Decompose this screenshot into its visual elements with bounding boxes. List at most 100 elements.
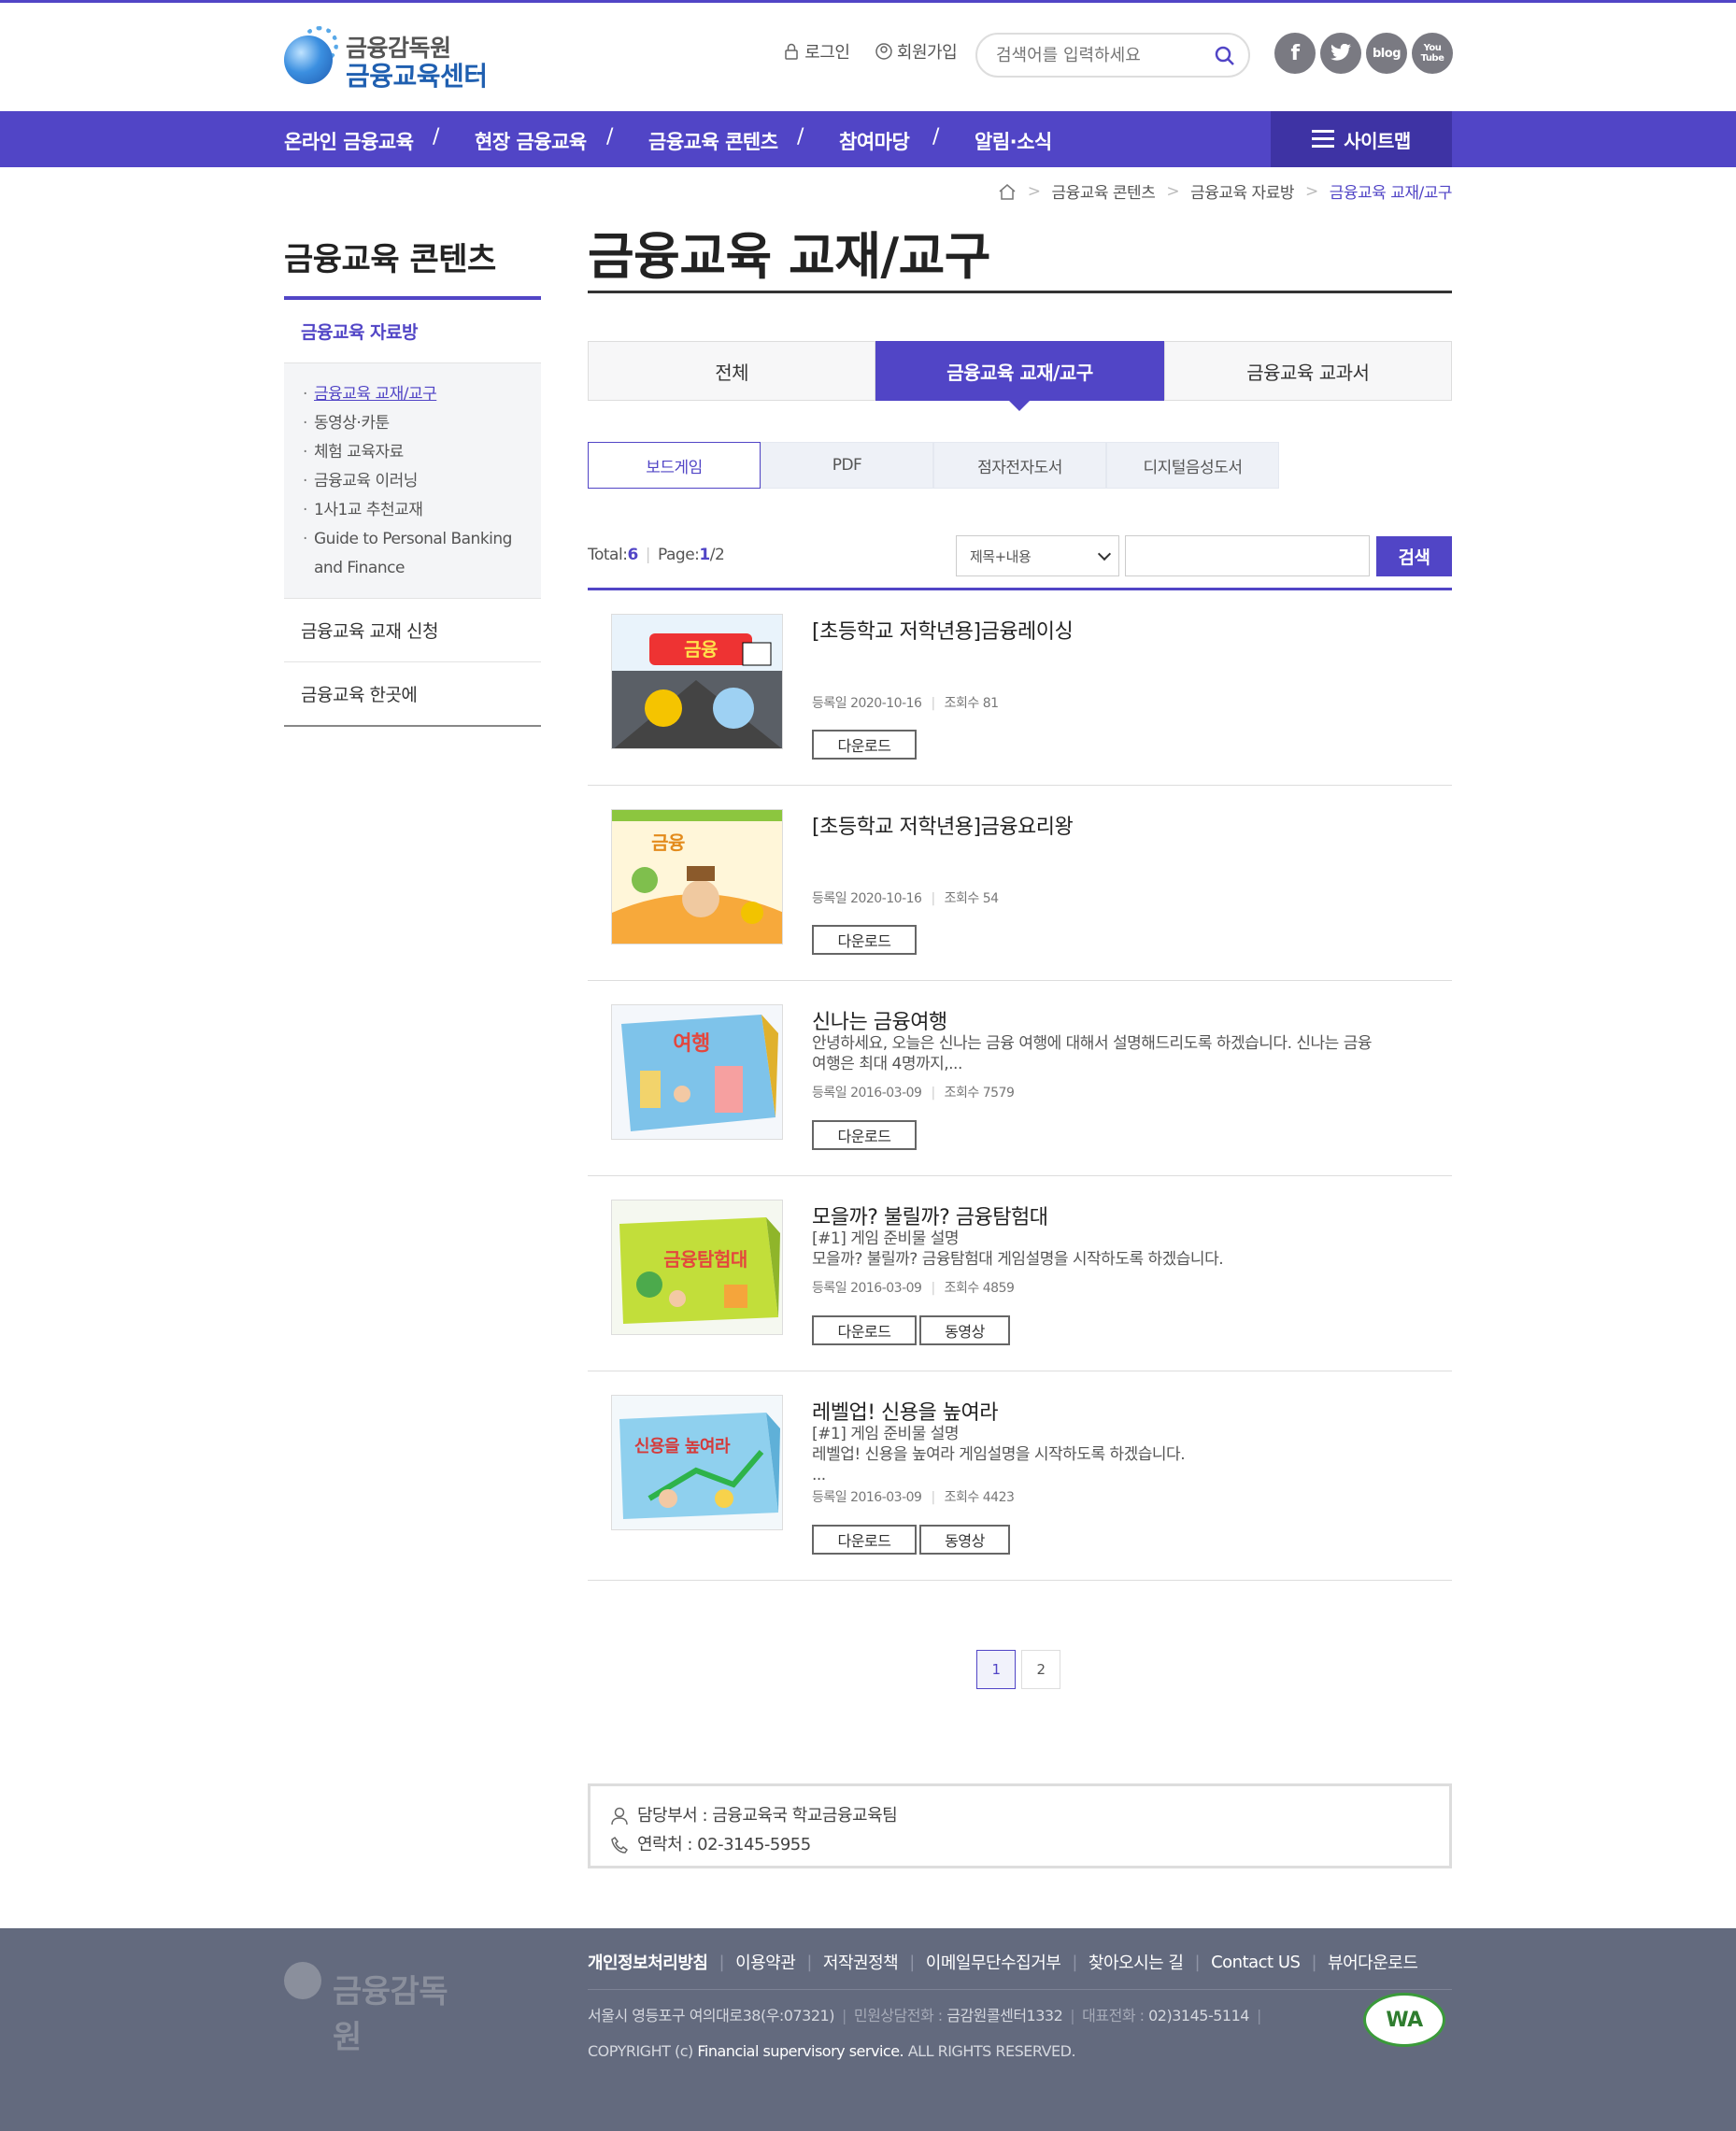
join-label: 회원가입 [896,43,958,63]
search-button[interactable]: 검색 [1376,536,1452,576]
gnb-participation[interactable]: 참여마당 [839,127,910,155]
phone-icon [611,1836,628,1854]
twitter-icon[interactable] [1320,33,1361,74]
svg-text:금융: 금융 [651,831,685,854]
user-icon [875,43,892,60]
header-search [975,33,1250,78]
tab-textbooks[interactable]: 금융교육 교과서 [1163,341,1452,401]
list-item: 금융탐험대 모을까? 불릴까? 금융탐험대 [#1] 게임 준비물 설명 모을까… [588,1176,1452,1371]
download-button[interactable]: 다운로드 [812,1315,917,1345]
lnb-item-all[interactable]: 금융교육 한곳에 [284,662,541,727]
lnb-sub-item[interactable]: 1사1교 추천교재 [303,496,524,525]
chevron-right-icon: > [1166,181,1180,201]
thumbnail-image[interactable]: 금융탐험대 [611,1200,783,1335]
item-title[interactable]: 신나는 금융여행 [812,1005,947,1035]
video-button[interactable]: 동영상 [919,1525,1010,1555]
subtab-pdf[interactable]: PDF [761,442,933,489]
footer-link-viewer[interactable]: 뷰어다운로드 [1328,1950,1418,1974]
svg-text:금융: 금융 [684,638,718,661]
subtab-audio[interactable]: 디지털음성도서 [1106,442,1279,489]
svg-text:신용을 높여라: 신용을 높여라 [634,1437,731,1456]
footer-logo: 금융감독원 [284,1947,471,2056]
join-link[interactable]: 회원가입 [875,39,958,64]
item-description: ... [812,1466,826,1485]
lock-icon [785,43,798,60]
gnb-news[interactable]: 알림·소식 [975,127,1052,155]
list-summary: Total:6 | Page:1/2 [588,546,725,564]
tab-all[interactable]: 전체 [588,341,876,401]
lnb-sub-item[interactable]: 체험 교육자료 [303,438,524,467]
download-button[interactable]: 다운로드 [812,925,917,955]
download-button[interactable]: 다운로드 [812,1120,917,1150]
item-description: 모을까? 불릴까? 금융탐험대 게임설명을 시작하도록 하겠습니다. [812,1250,1224,1269]
site-logo[interactable]: 금융감독원 금융교육센터 [284,26,499,92]
download-button[interactable]: 다운로드 [812,730,917,760]
item-title[interactable]: 레벨업! 신용을 높여라 [812,1396,998,1426]
copyright: COPYRIGHT (c) Financial supervisory serv… [588,2042,1076,2060]
lnb-item-resources[interactable]: 금융교육 자료방 [284,300,541,363]
search-input[interactable] [996,43,1202,67]
chevron-down-icon [1097,547,1112,561]
download-button[interactable]: 다운로드 [812,1525,917,1555]
footer: 금융감독원 개인정보처리방침 | 이용약관 | 저작권정책 | 이메일무단수집거부 | … [0,1928,1736,2131]
footer-link-contact[interactable]: Contact US [1211,1953,1301,1972]
item-title[interactable]: [초등학교 저학년용]금융레이싱 [812,615,1074,645]
web-accessibility-mark: WA [1363,1993,1445,2047]
logo-text-bottom: 금융교육센터 [346,61,488,92]
keyword-input[interactable] [1125,535,1370,576]
contact-box: 담당부서 : 금융교육국 학교금융교육팀 연락처 : 02-3145-5955 [588,1783,1452,1868]
thumbnail-image[interactable]: 여행 [611,1004,783,1140]
item-meta: 등록일 2016-03-09 | 조회수 4859 [812,1281,1015,1296]
subtab-braille[interactable]: 점자전자도서 [933,442,1106,489]
item-description: [#1] 게임 준비물 설명 [812,1425,960,1443]
gnb-field-education[interactable]: 현장 금융교육 [475,127,587,155]
lnb-sub-item[interactable]: 금융교육 교재/교구 [303,380,524,409]
video-button[interactable]: 동영상 [919,1315,1010,1345]
item-description: 레벨업! 신용을 높여라 게임설명을 시작하도록 하겠습니다. [812,1445,1186,1464]
thumbnail-image[interactable]: 신용을 높여라 [611,1395,783,1530]
footer-link-privacy[interactable]: 개인정보처리방침 [588,1950,708,1974]
lnb-item-request[interactable]: 금융교육 교재 신청 [284,599,541,662]
list-item: 여행 신나는 금융여행 안녕하세요, 오늘은 신나는 금융 여행에 대해서 설명… [588,981,1452,1176]
login-label: 로그인 [804,43,850,63]
gnb-education-contents[interactable]: 금융교육 콘텐츠 [648,127,778,155]
facebook-icon[interactable]: f [1274,33,1316,74]
lnb-sub-item[interactable]: Guide to Personal Banking and Finance [303,525,524,583]
youtube-icon[interactable]: You Tube [1412,33,1453,74]
item-title[interactable]: 모을까? 불릴까? 금융탐험대 [812,1200,1048,1230]
blog-icon[interactable]: blog [1366,33,1407,74]
list-item: 금융 [초등학교 저학년용]금융레이싱 등록일 2020-10-16 | 조회수 8… [588,590,1452,786]
chevron-right-icon: > [1304,181,1318,201]
breadcrumb-current: 금융교육 교재/교구 [1329,184,1453,203]
page-title: 금융교육 교재/교구 [588,227,990,286]
search-field-select[interactable]: 제목+내용 [956,535,1119,576]
thumbnail-image[interactable]: 금융 [611,614,783,749]
footer-link-email[interactable]: 이메일무단수집거부 [926,1950,1061,1974]
person-icon [611,1807,628,1825]
thumbnail-image[interactable]: 금융 [611,809,783,945]
footer-links: 개인정보처리방침 | 이용약관 | 저작권정책 | 이메일무단수집거부 | 찾아오시는 … [588,1950,1452,1990]
lnb-sub-item[interactable]: 동영상·카툰 [303,409,524,438]
side-navigation: 금융교육 콘텐츠 금융교육 자료방 금융교육 교재/교구 동영상·카툰 체험 교… [284,234,541,727]
home-icon[interactable] [998,183,1017,200]
footer-link-copyright[interactable]: 저작권정책 [823,1950,899,1974]
page-1[interactable]: 1 [976,1650,1016,1689]
lnb-submenu: 금융교육 교재/교구 동영상·카툰 체험 교육자료 금융교육 이러닝 1사1교 … [284,363,541,599]
tab-materials[interactable]: 금융교육 교재/교구 [875,341,1164,411]
lnb-sub-item[interactable]: 금융교육 이러닝 [303,467,524,496]
subtab-boardgame[interactable]: 보드게임 [588,442,761,489]
breadcrumb-item[interactable]: 금융교육 자료방 [1190,179,1294,203]
item-description: [#1] 게임 준비물 설명 [812,1229,960,1248]
item-title[interactable]: [초등학교 저학년용]금융요리왕 [812,810,1074,840]
footer-link-directions[interactable]: 찾아오시는 길 [1089,1950,1184,1974]
login-link[interactable]: 로그인 [783,39,850,64]
footer-link-terms[interactable]: 이용약관 [735,1950,796,1974]
search-icon[interactable] [1215,46,1235,66]
footer-address: 서울시 영등포구 여의대로38(우:07321) | 민원상담전화 : 금감원콜센터… [588,1996,1269,2072]
gnb-online-education[interactable]: 온라인 금융교육 [284,127,414,155]
breadcrumb-item[interactable]: 금융교육 콘텐츠 [1051,179,1155,203]
page-2[interactable]: 2 [1021,1650,1060,1689]
title-divider [588,291,1452,293]
current-page: 1 [699,546,710,564]
sitemap-button[interactable]: 사이트맵 [1271,111,1452,167]
